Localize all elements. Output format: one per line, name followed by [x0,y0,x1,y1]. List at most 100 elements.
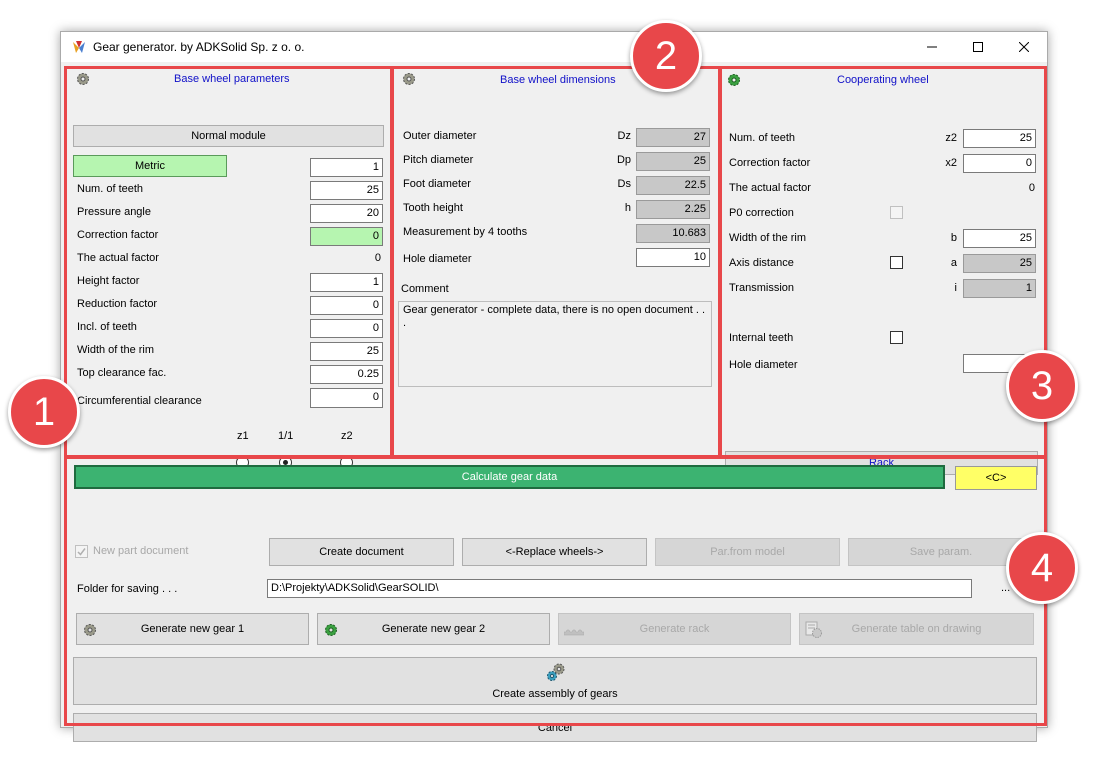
dimensions-header: Base wheel dimensions [500,74,616,86]
rim-width-label: Width of the rim [77,344,155,356]
i-symbol: i [954,282,957,294]
par-from-model-button: Par.from model [655,538,840,566]
top-clearance-input[interactable]: 0.25 [310,365,383,384]
coop-rim-input[interactable]: 25 [963,229,1036,248]
p0-correction-label: P0 correction [729,207,794,219]
green-gear-icon [728,74,740,86]
tooth-height-value: 2.25 [636,200,710,219]
generate-gear1-label: Generate new gear 1 [140,623,245,635]
axis-distance-value: 25 [963,254,1036,273]
create-document-button[interactable]: Create document [269,538,454,566]
generate-gear1-button[interactable]: Generate new gear 1 [76,613,309,645]
ratio-z1-label: z1 [237,430,249,442]
rack-icon [564,629,584,636]
new-part-label: New part document [93,545,189,557]
num-teeth-input[interactable]: 25 [310,181,383,200]
a-symbol: a [950,257,957,269]
minimize-button[interactable] [909,32,955,62]
cancel-button[interactable]: Cancel [73,713,1037,742]
incl-teeth-input[interactable]: 0 [310,319,383,338]
folder-label: Folder for saving . . . [77,583,178,595]
actual-factor-label: The actual factor [77,252,159,264]
circ-clearance-label: Circumferential clearance [77,395,202,407]
correction-factor-label: Correction factor [77,229,159,241]
foot-diameter-label: Foot diameter [403,178,471,190]
transmission-label: Transmission [729,282,794,294]
close-button[interactable] [1001,32,1047,62]
ds-symbol: Ds [617,178,631,190]
p0-correction-checkbox [890,206,903,219]
pressure-angle-label: Pressure angle [77,206,151,218]
coop-actual-label: The actual factor [729,182,811,194]
x2-symbol: x2 [945,157,957,169]
height-factor-input[interactable]: 1 [310,273,383,292]
new-part-checkbox [75,545,88,558]
z2-symbol: z2 [945,132,957,144]
outer-diameter-label: Outer diameter [403,130,477,142]
generate-table-button: Generate table on drawing [799,613,1034,645]
h-symbol: h [624,202,631,214]
pitch-diameter-label: Pitch diameter [403,154,474,166]
maximize-button[interactable] [955,32,1001,62]
calculate-gear-data-button[interactable]: Calculate gear data [74,465,945,489]
top-clearance-label: Top clearance fac. [77,367,167,379]
assembly-gears-icon [547,663,565,681]
metric-button[interactable]: Metric [73,155,227,177]
c-button[interactable]: <C> [955,466,1037,490]
generate-rack-label: Generate rack [639,623,710,635]
hole-diameter-input[interactable]: 10 [636,248,710,267]
check-icon [77,548,86,556]
generate-gear2-button[interactable]: Generate new gear 2 [317,613,550,645]
maximize-icon [973,42,983,52]
transmission-value: 1 [963,279,1036,298]
table-drawing-icon [805,621,822,638]
gear-icon [403,73,415,85]
gear-icon [77,73,89,85]
dp-symbol: Dp [616,154,631,166]
replace-wheels-button[interactable]: <-Replace wheels-> [462,538,647,566]
annotation-badge-2: 2 [630,20,702,92]
create-assembly-button[interactable]: Create assembly of gears [73,657,1037,705]
axis-distance-checkbox[interactable] [890,256,903,269]
height-factor-label: Height factor [77,275,140,287]
close-icon [1019,42,1029,52]
coop-correction-input[interactable]: 0 [963,154,1036,173]
minimize-icon [927,46,937,48]
cooperating-header: Cooperating wheel [837,74,929,86]
normal-module-button[interactable]: Normal module [73,125,384,147]
generate-table-label: Generate table on drawing [851,623,982,635]
coop-num-teeth-input[interactable]: 25 [963,129,1036,148]
tooth-height-label: Tooth height [403,202,463,214]
coop-b-symbol: b [950,232,957,244]
title-bar: Gear generator. by ADKSolid Sp. z o. o. [61,32,1047,62]
measurement-value: 10.683 [636,224,710,243]
annotation-badge-3: 3 [1006,350,1078,422]
reduction-factor-label: Reduction factor [77,298,158,310]
coop-hole-label: Hole diameter [729,359,798,371]
rim-width-input[interactable]: 25 [310,342,383,361]
annotation-badge-1: 1 [8,376,80,448]
foot-diameter-value: 22.5 [636,176,710,195]
dz-symbol: Dz [617,130,631,142]
circ-clearance-input[interactable]: 0 [310,388,383,408]
comment-label: Comment [401,283,449,295]
coop-correction-label: Correction factor [729,157,811,169]
pitch-diameter-value: 25 [636,152,710,171]
measurement-label: Measurement by 4 tooths [403,226,528,238]
ratio-z2-label: z2 [341,430,353,442]
num-teeth-label: Num. of teeth [77,183,144,195]
green-gear-icon [325,624,337,636]
reduction-factor-input[interactable]: 0 [310,296,383,315]
folder-path-input[interactable]: D:\Projekty\ADKSolid\GearSOLID\ [267,579,972,598]
axis-distance-label: Axis distance [729,257,794,269]
actual-factor-value: 0 [374,252,381,264]
module-input[interactable]: 1 [310,158,383,177]
correction-factor-input[interactable]: 0 [310,227,383,246]
generate-gear2-label: Generate new gear 2 [381,623,486,635]
app-gear-icon [73,41,85,53]
comment-textarea[interactable]: Gear generator - complete data, there is… [398,301,712,387]
gear-generator-window: Gear generator. by ADKSolid Sp. z o. o. … [60,31,1048,742]
pressure-angle-input[interactable]: 20 [310,204,383,223]
create-assembly-label: Create assembly of gears [492,688,618,700]
internal-teeth-checkbox[interactable] [890,331,903,344]
